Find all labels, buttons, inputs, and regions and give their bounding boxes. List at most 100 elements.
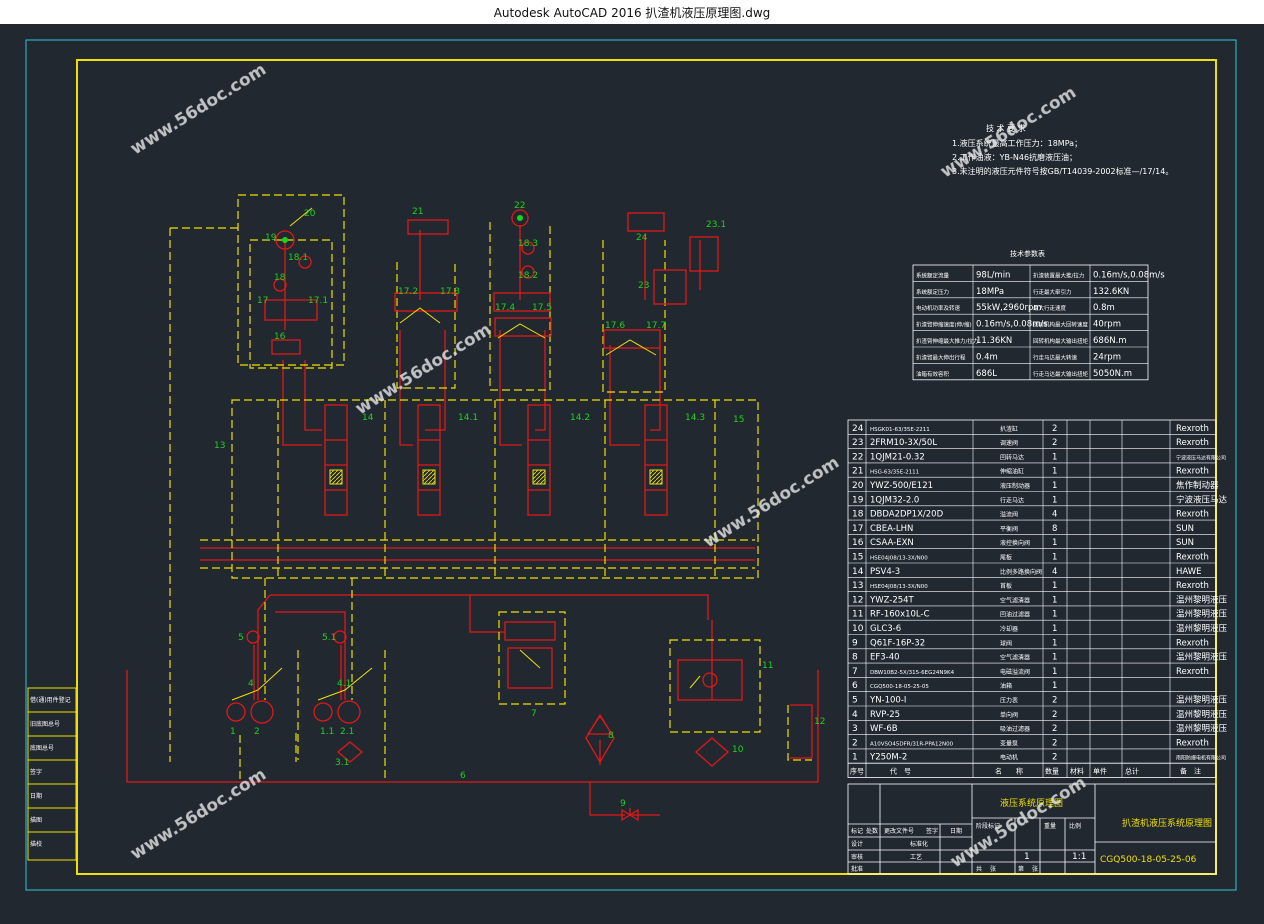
callout-17-2: 17.2 [398, 287, 418, 297]
bom-cell: 8 [852, 653, 858, 663]
bom-cell: 单向阀 [1000, 711, 1018, 719]
bom-cell: Rexroth [1176, 667, 1209, 677]
bom-cell: 17 [852, 524, 863, 534]
bom-cell: 1 [1052, 638, 1057, 648]
bom-cell: 南阳防爆电机有限公司 [1176, 755, 1226, 762]
bom-cell: 2 [852, 738, 858, 748]
callout-13: 13 [214, 441, 225, 451]
callout-9: 9 [620, 799, 626, 809]
bom-cell: 1 [1052, 667, 1057, 677]
tb-label-13: 张 [1032, 865, 1038, 873]
drawing-frame [76, 59, 1217, 875]
callout-17-7: 17.7 [646, 321, 666, 331]
bom-cell: 温州黎明液压 [1176, 709, 1228, 720]
left-strip-3: 签字 [30, 768, 42, 776]
bom-cell: Rexroth [1176, 581, 1209, 591]
tb-label-16: 比例 [1069, 822, 1081, 830]
left-strip-0: 借(通)用件登记 [30, 696, 71, 704]
bom-cell: 首板 [1000, 582, 1012, 590]
tb-label-10: 共 [976, 865, 982, 873]
param-cell: 0.8m [1093, 303, 1115, 313]
callout-12: 12 [814, 717, 825, 727]
bom-cell: RF-160x10L-C [870, 610, 930, 620]
bom-cell: 温州黎明液压 [1176, 695, 1228, 706]
bom-cell: GLC3-6 [870, 624, 901, 634]
bom-cell: 液压制动器 [1000, 482, 1030, 490]
bom-cell: 1 [1052, 495, 1057, 505]
bom-cell: 1 [1052, 481, 1057, 491]
bom-cell: 21 [852, 467, 863, 477]
bom-cell: CBEA-LHN [870, 524, 913, 534]
bom-cell: DBW10B2-5X/315-6EG24N9K4 [870, 670, 955, 676]
bom-cell: 温州黎明液压 [1176, 609, 1228, 620]
bom-cell: CSAA-EXN [870, 538, 914, 548]
bom-cell: 1 [1052, 467, 1057, 477]
bom-cell: 6 [852, 681, 858, 691]
param-cell: 扒渣臂伸缩最大推力/拉力 [916, 337, 978, 345]
bom-cell: WF-6B [870, 724, 898, 734]
callout-17-1: 17.1 [308, 296, 328, 306]
bom-cell: SUN [1176, 538, 1194, 548]
bom-cell: HSG-63/35E-2111 [870, 470, 919, 476]
bom-cell: 宁波液压马达有限公司 [1176, 454, 1226, 461]
bom-cell: 2 [1052, 738, 1057, 748]
callout-17-5: 17.5 [532, 303, 552, 313]
bom-cell: A10VSO45DFR/31R-PPA12N00 [870, 741, 954, 747]
callout-5-1: 5.1 [322, 633, 336, 643]
bom-cell: 电磁溢流阀 [1000, 668, 1030, 676]
callout-8: 8 [608, 731, 614, 741]
bom-cell: 19 [852, 495, 864, 505]
bom-cell: 伸缩油缸 [1000, 468, 1024, 476]
window-title: Autodesk AutoCAD 2016 扒渣机液压原理图.dwg [0, 0, 1264, 24]
param-cell: 132.6KN [1093, 287, 1129, 297]
watermark-3: www.56doc.com [352, 320, 495, 420]
bom-cell: 24 [852, 424, 864, 434]
bom-cell: 2 [1052, 710, 1057, 720]
bom-cell: YWZ-254T [869, 595, 915, 605]
bom-cell: Q61F-16P-32 [870, 638, 925, 648]
tb-label-0: 标记 [851, 827, 863, 835]
bom-cell: 球阀 [1000, 639, 1012, 647]
bom-cell: 回油过滤器 [1000, 611, 1030, 619]
bom-cell: 9 [852, 638, 858, 648]
callout-24: 24 [636, 233, 648, 243]
bom-cell: PSV4-3 [870, 567, 900, 577]
title-block-drawing-name: 扒渣机液压系统原理图 [1122, 817, 1212, 829]
param-cell: 油箱有效容积 [916, 370, 950, 378]
bom-cell: 1QJM21-0.32 [870, 452, 925, 462]
bom-cell: 1 [1052, 681, 1057, 691]
bom-cell: 4 [852, 710, 858, 720]
param-cell: 18MPa [976, 287, 1004, 297]
param-cell: 最大行走速度 [1033, 304, 1067, 312]
param-cell: 5050N.m [1093, 369, 1132, 379]
param-cell: 回转机构最大回转速度 [1033, 321, 1089, 329]
param-cell: 系统额定流量 [916, 271, 950, 279]
title-block-scale: 1:1 [1072, 852, 1086, 862]
left-strip-1: 旧底图总号 [30, 720, 60, 728]
tech-req-line-3: 3.未注明的液压元件符号按GB/T14039-2002标准—/17/14。 [952, 166, 1173, 176]
bom-cell: 电动机 [1000, 754, 1018, 762]
left-strip-6: 描校 [30, 840, 42, 848]
param-cell: 24rpm [1093, 352, 1121, 362]
callout-6: 6 [460, 771, 466, 781]
bom-cell: 5 [852, 696, 858, 706]
bom-cell: 冷却器 [1000, 625, 1018, 633]
bom-cell: 20 [852, 481, 864, 491]
param-cell: 扒渣装置最大推/拉力 [1033, 271, 1084, 279]
tb-label-4: 日期 [950, 827, 962, 835]
callout-11: 11 [762, 661, 773, 671]
param-cell: 40rpm [1093, 320, 1121, 330]
bom-header: 数量 [1045, 767, 1059, 776]
bom-cell: 4 [1052, 510, 1057, 520]
bom-cell: 23 [852, 438, 863, 448]
bom-cell: 3 [852, 724, 858, 734]
bom-cell: 扒渣缸 [1000, 425, 1018, 433]
bom-cell: 2 [1052, 438, 1057, 448]
param-cell: 行走马达最大转速 [1033, 353, 1078, 361]
bom-cell: Rexroth [1176, 438, 1209, 448]
tb-label-11: 张 [990, 865, 996, 873]
title-block-sheet: 1 [1024, 852, 1030, 862]
drawing-canvas[interactable]: 借(通)用件登记 旧底图总号 底图总号 签字 日期 描图 描校 20 19 18… [0, 24, 1264, 920]
bom-cell: 1 [1052, 653, 1057, 663]
callout-7: 7 [531, 709, 537, 719]
